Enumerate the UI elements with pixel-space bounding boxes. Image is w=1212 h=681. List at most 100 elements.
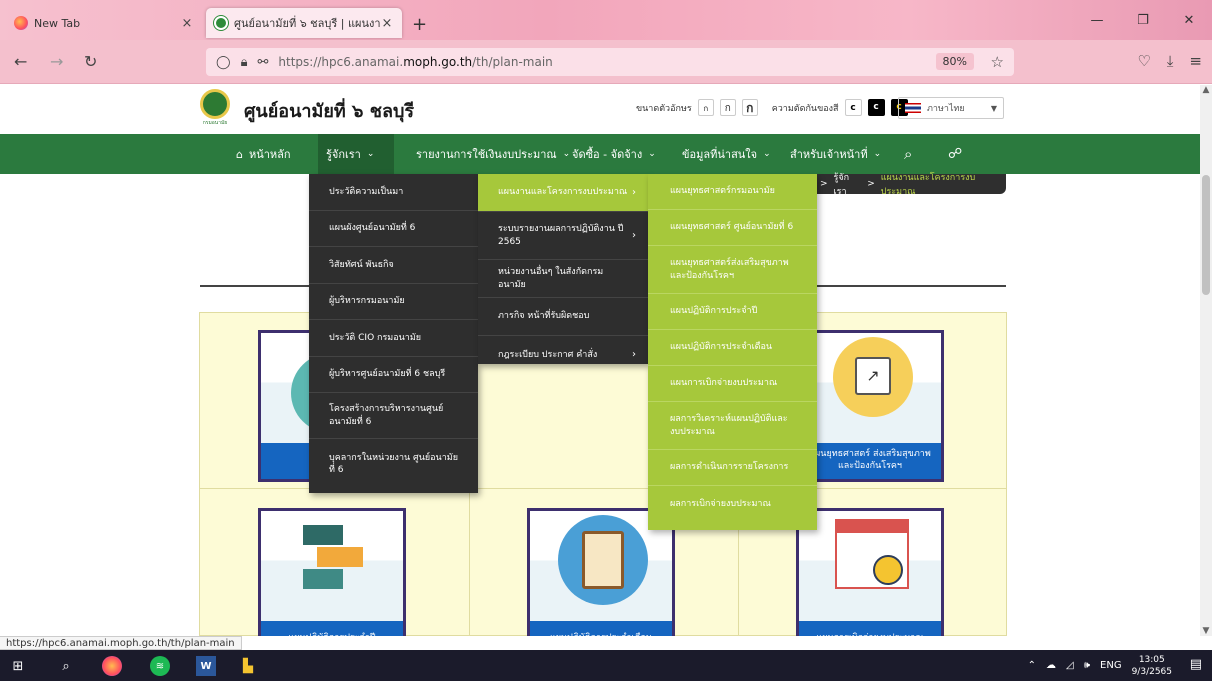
menu-item[interactable]: แผนการเบิกจ่ายงบประมาณ	[648, 366, 817, 402]
nav-home[interactable]: ⌂ หน้าหลัก	[228, 134, 299, 174]
card-art	[261, 511, 403, 621]
clock-time: 13:05	[1138, 654, 1165, 665]
window-controls: — ❐ ✕	[1074, 0, 1212, 40]
menu-item[interactable]: หน่วยงานอื่นๆ ในสังกัดกรมอนามัย	[478, 260, 648, 298]
card-annual-plan[interactable]: แผนปฏิบัติการประจำปี	[258, 508, 406, 636]
scroll-down-icon[interactable]: ▼	[1200, 626, 1212, 636]
menu-item-regulations[interactable]: กฎระเบียบ ประกาศ คำสั่ง ›	[478, 336, 648, 374]
nav-public-info[interactable]: ข้อมูลที่น่าสนใจ ⌄	[674, 134, 779, 174]
menu-item[interactable]: ผู้บริหารศูนย์อนามัยที่ 6 ชลบุรี	[309, 357, 478, 393]
menu-item-plans[interactable]: แผนงานและโครงการงบประมาณ ›	[478, 174, 648, 212]
card-label: แผนการเบิกจ่ายงบประมาณ	[799, 621, 941, 636]
nav-budget-report-label: รายงานการใช้เงินงบประมาณ	[416, 148, 557, 161]
menu-item[interactable]: แผนยุทธศาสตร์กรมอนามัย	[648, 174, 817, 210]
tab-label: New Tab	[34, 16, 81, 30]
forward-icon[interactable]: →	[50, 52, 63, 71]
spotify-icon[interactable]: ≋	[150, 656, 170, 676]
restore-icon[interactable]: ❐	[1120, 0, 1166, 40]
menu-item[interactable]: บุคลากรในหน่วยงาน ศูนย์อนามัยที่ 6	[309, 439, 478, 489]
search-icon[interactable]: ⌕	[56, 656, 76, 676]
logo-caption: กรมอนามัย	[202, 120, 228, 126]
menu-item[interactable]: แผนปฏิบัติการประจำปี	[648, 294, 817, 330]
clock[interactable]: 13:05 9/3/2565	[1132, 654, 1172, 678]
logo-emblem-icon	[200, 89, 230, 119]
menu-item[interactable]: ประวัติความเป็นมา	[309, 174, 478, 211]
tab-hpc6[interactable]: ศูนย์อนามัยที่ ๖ ชลบุรี | แผนงานและ ×	[206, 8, 402, 38]
font-size-medium-button[interactable]: ก	[719, 99, 736, 116]
back-icon[interactable]: ←	[14, 52, 27, 71]
zoom-level[interactable]: 80%	[935, 53, 974, 70]
notification-icon[interactable]: ▤	[1190, 657, 1202, 672]
minimize-icon[interactable]: —	[1074, 0, 1120, 40]
card-disbursement-plan[interactable]: แผนการเบิกจ่ายงบประมาณ	[796, 508, 944, 636]
firefox-icon[interactable]	[102, 656, 122, 676]
url-bar[interactable]: ◯ 🔒︎ ⚯ https://hpc6.anamai.moph.go.th/th…	[206, 48, 1014, 76]
menu-item-report-system[interactable]: ระบบรายงานผลการปฏิบัติงาน ปี 2565 ›	[478, 212, 648, 260]
close-window-icon[interactable]: ✕	[1166, 0, 1212, 40]
menu-icon[interactable]: ≡	[1189, 52, 1202, 70]
nav-about-label: รู้จักเรา	[326, 148, 361, 161]
language-select[interactable]: ภาษาไทย ▼	[898, 97, 1004, 119]
windows-start-icon[interactable]: ⊞	[8, 656, 28, 676]
nav-staff[interactable]: สำหรับเจ้าหน้าที่ ⌄	[782, 134, 889, 174]
language-indicator[interactable]: ENG	[1100, 660, 1122, 671]
nav-staff-label: สำหรับเจ้าหน้าที่	[790, 148, 868, 161]
chevron-down-icon: ▼	[990, 103, 997, 113]
card-strategy-health[interactable]: ↗ แผนยุทธศาสตร์ ส่งเสริมสุขภาพและป้องกัน…	[796, 330, 944, 482]
word-icon[interactable]: W	[196, 656, 216, 676]
menu-item[interactable]: โครงสร้างการบริหารงานศูนย์อนามัยที่ 6	[309, 393, 478, 439]
menu-item[interactable]: ผู้บริหารกรมอนามัย	[309, 284, 478, 320]
site-title[interactable]: ศูนย์อนามัยที่ ๖ ชลบุรี	[244, 96, 414, 125]
lock-icon[interactable]: 🔒︎	[241, 55, 248, 70]
permissions-icon[interactable]: ⚯	[257, 55, 268, 70]
page-scrollbar[interactable]: ▲ ▼	[1200, 85, 1212, 636]
menu-item[interactable]: แผนปฏิบัติการประจำเดือน	[648, 330, 817, 366]
breadcrumb-separator: >	[820, 179, 828, 189]
firefox-icon	[14, 16, 28, 30]
menu-item[interactable]: ภารกิจ หน้าที่รับผิดชอบ	[478, 298, 648, 336]
nav-budget-report[interactable]: รายงานการใช้เงินงบประมาณ ⌄	[408, 134, 578, 174]
chevron-up-icon[interactable]: ⌃	[1028, 660, 1036, 671]
network-icon[interactable]: ◿	[1066, 660, 1074, 671]
menu-item-label: แผนงานและโครงการงบประมาณ	[498, 187, 628, 198]
file-explorer-icon[interactable]: ▙	[238, 656, 258, 676]
menu-item[interactable]: ประวัติ CIO กรมอนามัย	[309, 320, 478, 357]
menu-item[interactable]: ผลการดำเนินการรายโครงการ	[648, 450, 817, 486]
breadcrumb-about[interactable]: รู้จักเรา	[834, 170, 862, 198]
tab-new-tab[interactable]: New Tab ×	[6, 8, 202, 38]
menu-item[interactable]: ผลการเบิกจ่ายงบประมาณ	[648, 486, 817, 522]
scroll-up-icon[interactable]: ▲	[1200, 85, 1212, 95]
tab-close-icon[interactable]: ×	[180, 16, 194, 31]
chevron-down-icon: ⌄	[763, 149, 771, 159]
menu-item[interactable]: วิสัยทัศน์ พันธกิจ	[309, 247, 478, 284]
bookmark-star-icon[interactable]: ☆	[991, 53, 1004, 71]
pocket-icon[interactable]: ♡	[1137, 52, 1150, 70]
volume-icon[interactable]: 🕪︎	[1084, 660, 1090, 671]
font-size-large-button[interactable]: ก	[741, 99, 758, 116]
search-icon[interactable]: ⌕	[896, 134, 920, 174]
tab-close-icon[interactable]: ×	[380, 16, 394, 31]
scroll-thumb[interactable]	[1202, 175, 1210, 295]
sitemap-icon[interactable]: ☍	[940, 134, 970, 174]
contrast-dark-button[interactable]: c	[867, 99, 885, 116]
windows-taskbar: ⊞ ⌕ ≋ W ▙ ⌃ ☁ ◿ 🕪︎ ENG 13:05 9/3/2565 ▤	[0, 650, 1212, 681]
contrast-normal-button[interactable]: c	[844, 99, 862, 116]
cloud-icon[interactable]: ☁	[1046, 660, 1056, 671]
thai-flag-icon	[905, 103, 921, 113]
new-tab-button[interactable]: +	[412, 14, 427, 35]
nav-procurement[interactable]: จัดซื้อ - จัดจ้าง ⌄	[564, 134, 664, 174]
font-size-label: ขนาดตัวอักษร	[636, 103, 692, 114]
card-art	[799, 511, 941, 621]
menu-item[interactable]: แผนยุทธศาสตร์ส่งเสริมสุขภาพและป้องกันโรค…	[648, 246, 817, 294]
download-icon[interactable]: ⤓	[1167, 52, 1174, 70]
shield-icon[interactable]: ◯	[216, 55, 231, 70]
strategy-board-icon: ↗	[833, 337, 913, 417]
nav-about[interactable]: รู้จักเรา ⌄	[318, 134, 394, 174]
reload-icon[interactable]: ↻	[84, 52, 97, 71]
menu-item[interactable]: แผนผังศูนย์อนามัยที่ 6	[309, 211, 478, 247]
url-text[interactable]: https://hpc6.anamai.moph.go.th/th/plan-m…	[278, 55, 552, 69]
menu-item[interactable]: แผนยุทธศาสตร์ ศูนย์อนามัยที่ 6	[648, 210, 817, 246]
menu-item[interactable]: ผลการวิเคราะห์แผนปฏิบัติและงบประมาณ	[648, 402, 817, 450]
site-logo[interactable]: กรมอนามัย	[198, 89, 232, 129]
font-size-small-button[interactable]: ก	[697, 99, 714, 116]
